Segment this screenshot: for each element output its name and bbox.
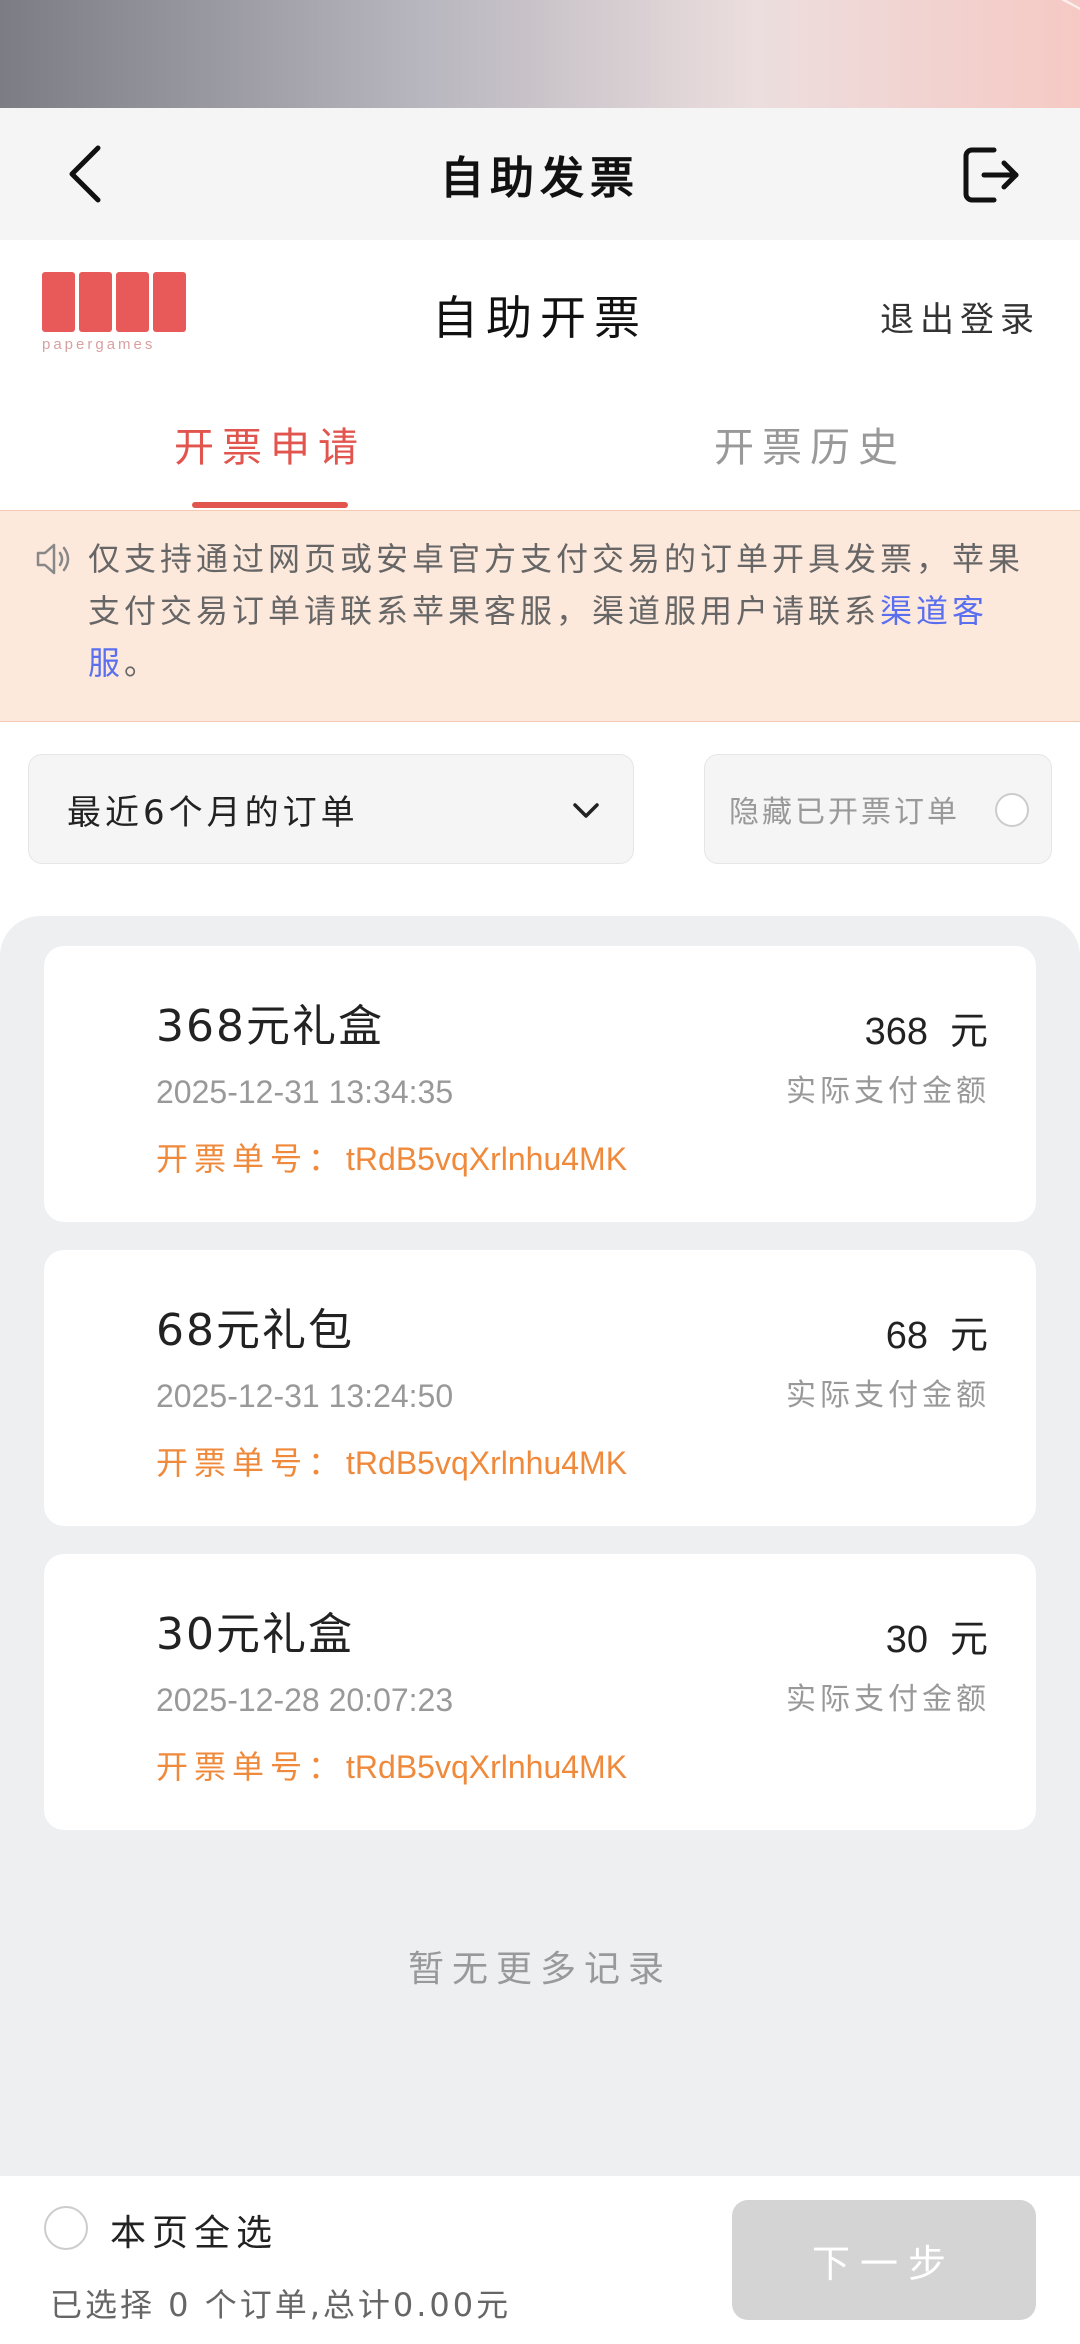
paid-amount-label: 实际支付金额 <box>786 1378 990 1413</box>
order-amount: 368 元 <box>865 1000 988 1055</box>
order-date: 2025-12-31 13:34:35 <box>156 1074 454 1110</box>
back-arrow-icon <box>69 145 101 203</box>
order-card[interactable]: 68元礼包 2025-12-31 13:24:50 开票单号：tRdB5vqXr… <box>44 1250 1036 1526</box>
tab-invoice-history[interactable]: 开票历史 <box>540 418 1080 508</box>
no-more-records: 暂无更多记录 <box>407 1949 672 1990</box>
invoice-number-label: 开票单号： <box>156 1141 347 1177</box>
period-select[interactable]: 最近6个月的订单 <box>28 754 634 864</box>
notice-text: 仅支持通过网页或安卓官方支付交易的订单开具发票，苹果支付交易订单请联系苹果客服，… <box>88 533 1038 689</box>
tab-invoice-apply[interactable]: 开票申请 <box>0 418 540 508</box>
invoice-number-value: tRdB5vqXrlnhu4MK <box>346 1141 628 1177</box>
logout-button[interactable]: 退出登录 <box>880 292 1040 341</box>
select-all-label[interactable]: 本页全选 <box>110 2204 278 2256</box>
tab-bar: 开票申请 开票历史 <box>0 418 1080 508</box>
order-card[interactable]: 368元礼盒 2025-12-31 13:34:35 开票单号：tRdB5vqX… <box>44 946 1036 1222</box>
order-date: 2025-12-31 13:24:50 <box>156 1378 454 1414</box>
invoice-number: 开票单号：tRdB5vqXrlnhu4MK <box>156 1742 627 1788</box>
invoice-number-value: tRdB5vqXrlnhu4MK <box>346 1445 628 1481</box>
selection-summary: 已选择 0 个订单,总计0.00元 <box>50 2286 512 2324</box>
order-name: 30元礼盒 <box>156 1609 354 1660</box>
amount-unit: 元 <box>949 1315 988 1357</box>
invoice-number-value: tRdB5vqXrlnhu4MK <box>346 1749 628 1785</box>
amount-value: 30 <box>885 1619 928 1661</box>
order-list: 368元礼盒 2025-12-31 13:34:35 开票单号：tRdB5vqX… <box>0 916 1080 2188</box>
paid-amount-label: 实际支付金额 <box>786 1074 990 1109</box>
decorative-streak <box>727 0 1080 108</box>
notice-tail: 。 <box>124 644 161 682</box>
order-name: 68元礼包 <box>156 1305 354 1356</box>
top-nav-bar: 自助发票 <box>0 108 1080 240</box>
speaker-icon <box>36 543 70 575</box>
order-name: 368元礼盒 <box>156 1001 384 1052</box>
chevron-down-icon <box>573 803 599 818</box>
select-all-checkbox[interactable] <box>44 2206 88 2250</box>
exit-icon <box>963 147 1019 203</box>
hide-invoiced-radio[interactable] <box>995 793 1029 827</box>
invoice-number: 开票单号：tRdB5vqXrlnhu4MK <box>156 1134 627 1180</box>
paid-amount-label: 实际支付金额 <box>786 1682 990 1717</box>
active-tab-indicator <box>192 502 348 508</box>
invoice-number-label: 开票单号： <box>156 1445 347 1481</box>
amount-value: 68 <box>885 1315 928 1357</box>
filter-row: 最近6个月的订单 隐藏已开票订单 <box>0 754 1080 864</box>
page-header: papergames 自助开票 退出登录 <box>0 240 1080 390</box>
amount-value: 368 <box>864 1011 928 1053</box>
status-bar-background <box>0 0 1080 108</box>
hide-invoiced-label: 隐藏已开票订单 <box>729 795 960 830</box>
notice-banner: 仅支持通过网页或安卓官方支付交易的订单开具发票，苹果支付交易订单请联系苹果客服，… <box>0 510 1080 722</box>
invoice-number-label: 开票单号： <box>156 1749 347 1785</box>
back-button[interactable] <box>56 144 116 204</box>
order-amount: 30 元 <box>886 1608 988 1663</box>
next-step-button[interactable]: 下一步 <box>732 2200 1036 2320</box>
bottom-action-bar: 本页全选 已选择 0 个订单,总计0.00元 下一步 <box>0 2176 1080 2344</box>
page-content: papergames 自助开票 退出登录 开票申请 开票历史 仅支持通过网页或安… <box>0 240 1080 2344</box>
order-card[interactable]: 30元礼盒 2025-12-28 20:07:23 开票单号：tRdB5vqXr… <box>44 1554 1036 1830</box>
amount-unit: 元 <box>949 1619 988 1661</box>
hide-invoiced-toggle[interactable]: 隐藏已开票订单 <box>704 754 1052 864</box>
nav-title: 自助发票 <box>440 153 640 204</box>
invoice-number: 开票单号：tRdB5vqXrlnhu4MK <box>156 1438 627 1484</box>
period-select-value: 最近6个月的订单 <box>67 792 359 833</box>
amount-unit: 元 <box>949 1011 988 1053</box>
exit-button[interactable] <box>958 142 1024 208</box>
order-amount: 68 元 <box>886 1304 988 1359</box>
order-date: 2025-12-28 20:07:23 <box>156 1682 454 1718</box>
